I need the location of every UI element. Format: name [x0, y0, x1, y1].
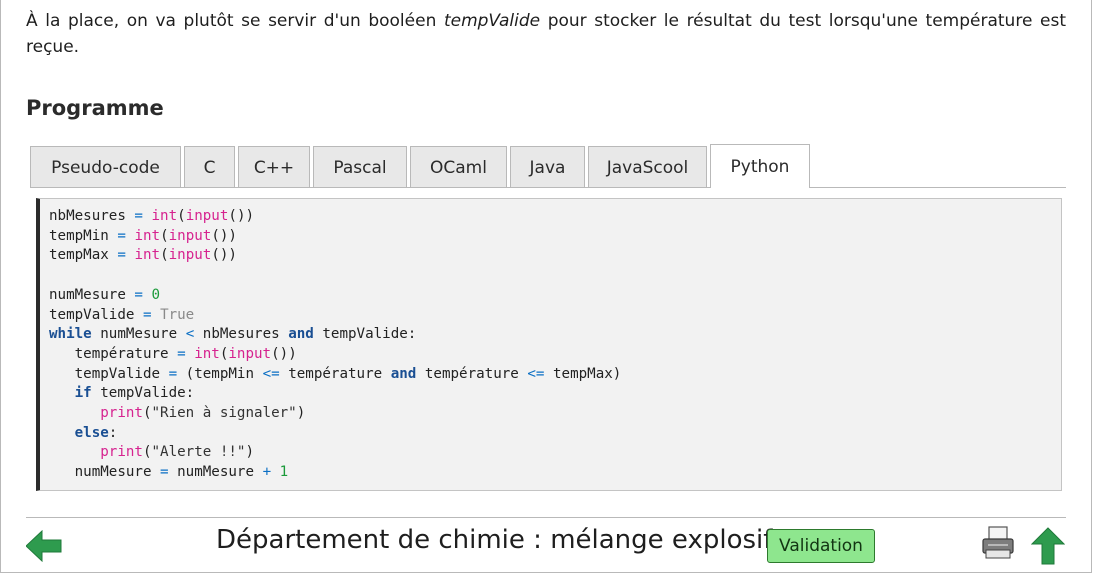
tab-c[interactable]: C: [184, 146, 235, 188]
intro-text-before: À la place, on va plutôt se servir d'un …: [26, 11, 444, 31]
footer-divider: [26, 517, 1066, 518]
python-code: nbMesures = int(input()) tempMin = int(i…: [49, 208, 622, 481]
tabs-divider: [30, 187, 1066, 188]
tab-pascal[interactable]: Pascal: [313, 146, 407, 188]
printer-icon[interactable]: [980, 526, 1016, 560]
tab-cpp[interactable]: C++: [238, 146, 310, 188]
tab-pseudo-code[interactable]: Pseudo-code: [30, 146, 181, 188]
tab-ocaml[interactable]: OCaml: [410, 146, 507, 188]
arrow-left-icon[interactable]: [26, 530, 62, 562]
page-title: Département de chimie : mélange explosif: [216, 525, 773, 555]
language-tabs: Pseudo-code C C++ Pascal OCaml Java Java…: [30, 144, 813, 188]
intro-paragraph: À la place, on va plutôt se servir d'un …: [26, 8, 1066, 60]
tab-java[interactable]: Java: [510, 146, 585, 188]
validation-button[interactable]: Validation: [767, 529, 875, 563]
code-block: nbMesures = int(input()) tempMin = int(i…: [36, 198, 1062, 491]
intro-variable-name: tempValide: [443, 11, 541, 31]
arrow-up-icon[interactable]: [1031, 527, 1065, 565]
section-title: Programme: [26, 96, 164, 120]
tab-python[interactable]: Python: [710, 144, 810, 188]
tab-javascool[interactable]: JavaScool: [588, 146, 707, 188]
